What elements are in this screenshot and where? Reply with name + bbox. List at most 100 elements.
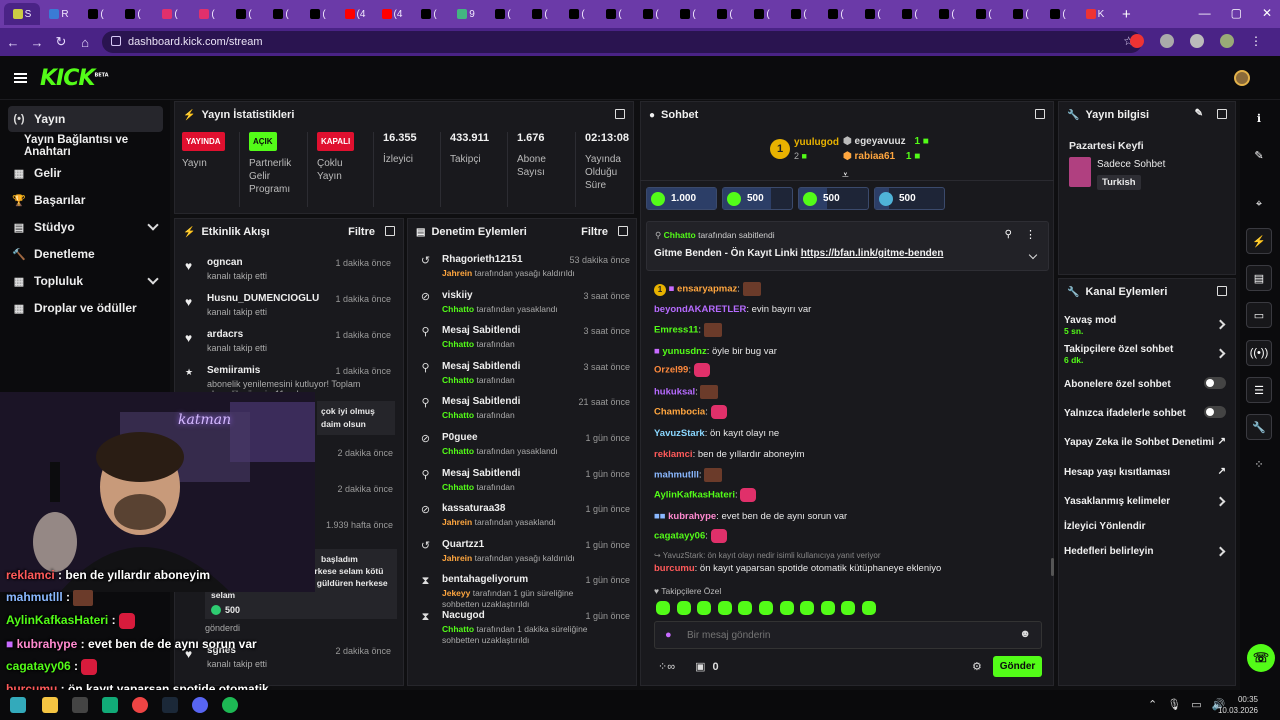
puzzle-icon[interactable] <box>1160 34 1174 48</box>
broadcast-icon[interactable]: ((•)) <box>1246 340 1272 366</box>
popout-icon[interactable] <box>615 109 625 119</box>
sidebar-item-gelir[interactable]: ▦ Gelir <box>8 160 163 186</box>
hamburger-icon[interactable] <box>14 73 27 83</box>
action-followers-only[interactable]: Takipçilere özel sohbet 6 dk. <box>1064 344 1228 365</box>
moderator-name[interactable]: Jahrein <box>442 553 472 563</box>
browser-tab[interactable]: K <box>1077 3 1113 25</box>
moderation-target[interactable]: kassaturaa38 <box>442 503 505 514</box>
moderation-icon[interactable]: ☰ <box>1246 377 1272 403</box>
spotify-icon[interactable] <box>222 697 238 713</box>
browser-tab[interactable]: ( <box>78 3 114 25</box>
moderation-target[interactable]: Rhagorieth12151 <box>442 254 523 265</box>
browser-tab[interactable]: ( <box>855 3 891 25</box>
moderation-target[interactable]: Mesaj Sabitlendi <box>442 396 520 407</box>
browser-tab[interactable]: (4 <box>374 3 410 25</box>
chat-username[interactable]: YavuzStark <box>654 428 705 439</box>
browser-tab[interactable]: ( <box>670 3 706 25</box>
moderator-name[interactable]: Chhatto <box>442 624 474 634</box>
moderation-target[interactable]: Mesaj Sabitlendi <box>442 468 520 479</box>
chat-username[interactable]: kubrahype <box>668 511 716 522</box>
popout-icon[interactable] <box>1035 109 1045 119</box>
quick-emote-icon[interactable] <box>862 601 876 615</box>
clock[interactable]: 00:35 10.03.2026 <box>1218 694 1258 716</box>
moderator-name[interactable]: Jahrein <box>442 268 472 278</box>
file-explorer-icon[interactable] <box>42 697 58 713</box>
home-icon[interactable]: ⌂ <box>74 35 96 50</box>
moderation-target[interactable]: Nacugod <box>442 610 485 621</box>
chat-username[interactable]: mahmutlll <box>654 470 699 481</box>
action-goals[interactable]: Hedefleri belirleyin <box>1064 546 1228 557</box>
browser-tab[interactable]: ( <box>966 3 1002 25</box>
action-subs-only[interactable]: Abonelere özel sohbet <box>1064 377 1228 390</box>
kicks-pill[interactable]: 500 <box>798 187 869 210</box>
minimize-icon[interactable]: — <box>1199 6 1211 20</box>
browser-tab[interactable]: ( <box>152 3 188 25</box>
activity-user[interactable]: Semiiramis <box>207 365 260 376</box>
popout-icon[interactable] <box>1217 286 1227 296</box>
action-raid[interactable]: İzleyici Yönlendir <box>1064 521 1228 532</box>
moderator-name[interactable]: Chhatto <box>442 304 474 314</box>
user-avatar[interactable] <box>1234 70 1250 86</box>
monitor-icon[interactable]: ▭ <box>1191 698 1201 711</box>
moderation-target[interactable]: Mesaj Sabitlendi <box>442 361 520 372</box>
chat-username[interactable]: Chambocia <box>654 407 705 418</box>
media-icon[interactable] <box>1190 34 1204 48</box>
quick-emote-icon[interactable] <box>759 601 773 615</box>
moderator-name[interactable]: Jekeyy <box>442 588 470 598</box>
action-banned-words[interactable]: Yasaklanmış kelimeler <box>1064 496 1228 507</box>
activity-user[interactable]: ogncan <box>207 257 243 268</box>
popout-icon[interactable] <box>618 226 628 236</box>
info-icon[interactable]: ℹ <box>1246 105 1272 131</box>
support-icon[interactable]: ☏ <box>1247 644 1275 672</box>
apps-icon[interactable]: ⁘ <box>1246 451 1272 477</box>
browser-tab[interactable]: R <box>41 3 77 25</box>
new-tab-button[interactable]: + <box>1122 6 1131 23</box>
sidebar-item-yayin[interactable]: (•) Yayın <box>8 106 163 132</box>
browser-tab[interactable]: ( <box>559 3 595 25</box>
browser-tab[interactable]: ( <box>596 3 632 25</box>
discord-icon[interactable] <box>192 697 208 713</box>
extension-icon[interactable] <box>1130 34 1144 48</box>
pencil-icon[interactable]: ✎ <box>1246 142 1272 168</box>
mic-icon[interactable]: ● <box>665 629 672 641</box>
quick-emote-icon[interactable] <box>697 601 712 615</box>
quick-emote-icon[interactable] <box>779 601 794 615</box>
browser-tab[interactable]: ( <box>1040 3 1076 25</box>
moderation-target[interactable]: Quartzz1 <box>442 539 484 550</box>
sidebar-item-basarilar[interactable]: 🏆 Başarılar <box>8 187 163 213</box>
url-field[interactable]: dashboard.kick.com/stream ☆ <box>102 31 1142 53</box>
chat-username[interactable]: AylinKafkasHateri <box>654 490 735 501</box>
chat-username[interactable]: burcumu <box>654 563 695 574</box>
filter-button[interactable]: Filtre <box>348 226 375 238</box>
moderator-name[interactable]: Chhatto <box>442 339 474 349</box>
kicks-pill[interactable]: 500 <box>722 187 793 210</box>
document-icon[interactable]: ▤ <box>1246 265 1272 291</box>
browser-tab[interactable]: ( <box>633 3 669 25</box>
browser-tab[interactable]: ( <box>892 3 928 25</box>
chat-username[interactable]: hukuksal <box>654 387 695 398</box>
steam-icon[interactable] <box>162 697 178 713</box>
chat-username[interactable]: Orzel99 <box>654 365 688 376</box>
browser-tab[interactable]: ( <box>818 3 854 25</box>
lightning-icon[interactable]: ⚡ <box>1246 228 1272 254</box>
leaderboard-user[interactable]: yuulugod <box>794 137 839 148</box>
chat-username[interactable]: cagatayy06 <box>654 531 705 542</box>
chat-username[interactable]: reklamci <box>654 449 693 460</box>
browser-tab[interactable]: ( <box>263 3 299 25</box>
category-name[interactable]: Sadece Sohbet <box>1097 159 1165 170</box>
moderation-target[interactable]: viskiiy <box>442 290 473 301</box>
shop-icon[interactable]: ▣ <box>695 661 705 673</box>
browser-tab[interactable]: ( <box>781 3 817 25</box>
quick-emote-icon[interactable] <box>738 601 753 615</box>
sidebar-item-denetleme[interactable]: 🔨 Denetleme <box>8 241 163 267</box>
chat-scrollbar[interactable] <box>1051 558 1054 576</box>
app-icon[interactable] <box>102 697 118 713</box>
emotes-only-toggle[interactable] <box>1204 406 1226 418</box>
windows-start-icon[interactable] <box>10 697 26 713</box>
more-options-icon[interactable]: ⋮ <box>1025 228 1036 241</box>
browser-tab[interactable]: ( <box>522 3 558 25</box>
chevron-down-icon[interactable] <box>1028 250 1038 260</box>
maximize-icon[interactable]: ▢ <box>1231 6 1242 20</box>
target-icon[interactable]: ⌖ <box>1246 191 1272 217</box>
browser-tab[interactable]: ( <box>929 3 965 25</box>
